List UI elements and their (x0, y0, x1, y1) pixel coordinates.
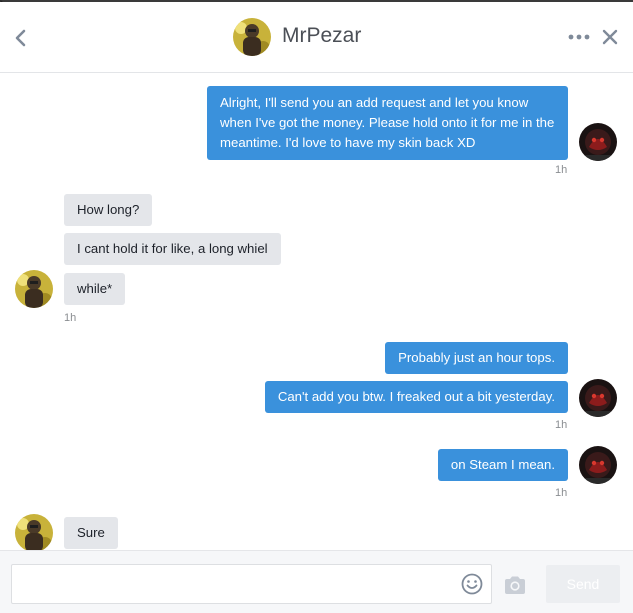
timestamp: 1h (555, 164, 568, 176)
timestamp: 1h (64, 312, 77, 324)
timestamp: 1h (555, 419, 568, 431)
contact-avatar[interactable] (233, 18, 271, 56)
camera-icon[interactable] (503, 575, 527, 595)
incoming-message: I cant hold it for like, a long whiel (64, 233, 281, 265)
message-composer: Send (0, 550, 633, 613)
user-avatar[interactable] (579, 446, 617, 484)
timestamp: 1h (555, 487, 568, 499)
outgoing-message: Probably just an hour tops. (385, 342, 568, 374)
user-avatar[interactable] (579, 123, 617, 161)
incoming-message: Sure (64, 517, 118, 549)
message-feed[interactable]: Alright, I'll send you an add request an… (0, 73, 633, 550)
chat-header: MrPezar (0, 2, 633, 73)
message-input[interactable] (11, 564, 492, 604)
incoming-message: How long? (64, 194, 153, 226)
contact-avatar[interactable] (15, 270, 53, 308)
contact-avatar[interactable] (15, 514, 53, 550)
outgoing-message: on Steam I mean. (437, 449, 568, 481)
close-icon[interactable] (600, 27, 620, 47)
smiley-icon[interactable] (461, 573, 483, 595)
chevron-left-icon[interactable] (11, 26, 31, 50)
user-avatar[interactable] (579, 379, 617, 417)
ellipsis-icon[interactable] (567, 30, 591, 44)
contact-name: MrPezar (282, 24, 362, 47)
outgoing-message: Alright, I'll send you an add request an… (207, 86, 568, 160)
send-button[interactable]: Send (546, 565, 620, 603)
outgoing-message: Can't add you btw. I freaked out a bit y… (264, 381, 568, 413)
incoming-message: while* (64, 273, 126, 305)
